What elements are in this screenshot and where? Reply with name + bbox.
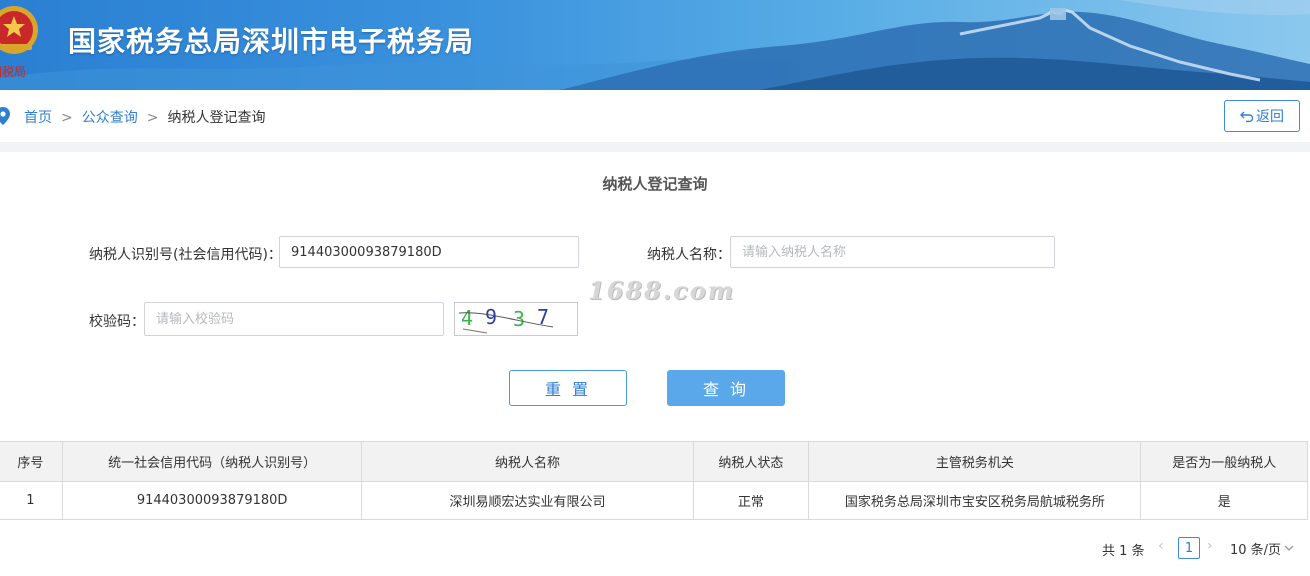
cell-taxpayer-name: 深圳易顺宏达实业有限公司 bbox=[361, 481, 694, 520]
column-header-tax-authority: 主管税务机关 bbox=[808, 441, 1142, 482]
return-arrow-icon bbox=[1240, 111, 1254, 123]
cell-credit-code: 91440300093879180D bbox=[61, 481, 363, 520]
page-number-button[interactable]: 1 bbox=[1178, 537, 1200, 559]
page-size-select[interactable]: 10 条/页 bbox=[1230, 536, 1310, 560]
table-header-row: 序号 统一社会信用代码（纳税人识别号） 纳税人名称 纳税人状态 主管税务机关 是… bbox=[0, 441, 1308, 482]
column-header-taxpayer-name: 纳税人名称 bbox=[361, 441, 694, 482]
breadcrumb-separator: > bbox=[61, 110, 73, 126]
column-header-general-taxpayer: 是否为一般纳税人 bbox=[1140, 441, 1308, 482]
back-button[interactable]: 返回 bbox=[1224, 100, 1300, 132]
captcha-char: 4 bbox=[461, 306, 473, 330]
taxpayer-name-input[interactable] bbox=[730, 236, 1055, 268]
captcha-image[interactable]: 4 9 3 7 bbox=[454, 302, 578, 336]
pagination-total: 共 1 条 bbox=[1102, 544, 1145, 559]
captcha-char: 3 bbox=[513, 307, 525, 331]
form-title: 纳税人登记查询 bbox=[602, 175, 708, 193]
header-banner: 国税局 国家税务总局深圳市电子税务局 bbox=[0, 0, 1310, 90]
reset-button[interactable]: 重 置 bbox=[509, 370, 627, 406]
tax-id-input[interactable] bbox=[279, 236, 579, 268]
cell-status: 正常 bbox=[692, 481, 810, 520]
breadcrumb-home-link[interactable]: 首页 bbox=[24, 110, 52, 126]
column-header-index: 序号 bbox=[0, 441, 63, 482]
prev-page-icon[interactable]: ‹ bbox=[1158, 538, 1164, 554]
page-size-value: 10 条/页 bbox=[1230, 542, 1282, 558]
back-button-label: 返回 bbox=[1256, 109, 1284, 125]
taxpayer-name-label: 纳税人名称： bbox=[647, 247, 731, 263]
breadcrumb-separator: > bbox=[146, 110, 159, 126]
cell-tax-authority: 国家税务总局深圳市宝安区税务局航城税务所 bbox=[808, 481, 1142, 520]
svg-text:国税局: 国税局 bbox=[0, 65, 26, 79]
tax-emblem-logo: 国税局 bbox=[0, 6, 38, 79]
next-page-icon[interactable]: › bbox=[1207, 538, 1213, 554]
breadcrumb-public-query-link[interactable]: 公众查询 bbox=[82, 110, 138, 126]
captcha-input[interactable] bbox=[144, 302, 444, 336]
query-button[interactable]: 查 询 bbox=[667, 370, 785, 406]
tax-id-label: 纳税人识别号(社会信用代码)： bbox=[89, 247, 282, 263]
cell-general-taxpayer: 是 bbox=[1140, 481, 1308, 520]
section-divider bbox=[0, 142, 1310, 152]
location-pin-icon bbox=[0, 107, 10, 125]
chevron-down-icon bbox=[1284, 545, 1294, 551]
table-row: 1 91440300093879180D 深圳易顺宏达实业有限公司 正常 国家税… bbox=[0, 481, 1308, 520]
captcha-char: 9 bbox=[485, 305, 497, 329]
captcha-label: 校验码： bbox=[89, 314, 145, 330]
breadcrumb-current: 纳税人登记查询 bbox=[167, 110, 266, 126]
results-table: 序号 统一社会信用代码（纳税人识别号） 纳税人名称 纳税人状态 主管税务机关 是… bbox=[0, 441, 1308, 520]
cell-index: 1 bbox=[0, 481, 63, 520]
column-header-status: 纳税人状态 bbox=[692, 441, 810, 482]
column-header-credit-code: 统一社会信用代码（纳税人识别号） bbox=[61, 441, 363, 482]
watermark: 1688.com bbox=[588, 276, 736, 305]
site-title: 国家税务总局深圳市电子税务局 bbox=[68, 25, 475, 58]
breadcrumb-bar: 首页 > 公众查询 > 纳税人登记查询 返回 bbox=[0, 90, 1310, 142]
breadcrumb: 首页 > 公众查询 > 纳税人登记查询 bbox=[24, 107, 265, 127]
